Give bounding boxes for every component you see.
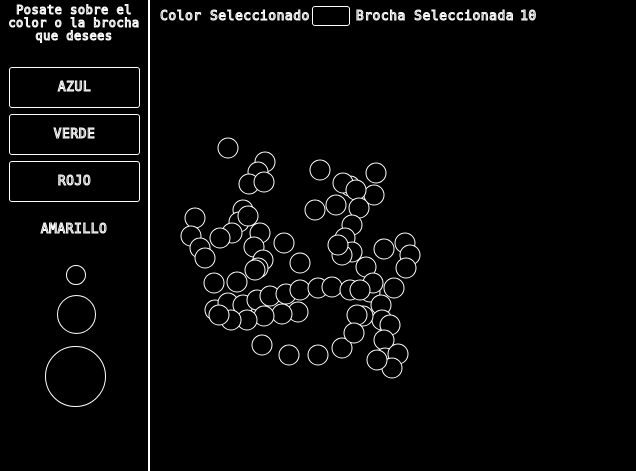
- brush-dot: [237, 205, 259, 227]
- brush-dot: [373, 238, 395, 260]
- brush-dot: [366, 349, 388, 371]
- selected-color-swatch: [311, 6, 350, 26]
- brush-dot: [309, 159, 331, 181]
- brush-dot: [395, 257, 417, 279]
- selected-color-label: Color Seleccionado: [160, 8, 310, 24]
- brush-dot: [343, 322, 365, 344]
- brush-dot: [321, 276, 343, 298]
- brush-dot: [209, 227, 231, 249]
- instruction-text: Posate sobre el color o la brocha que de…: [0, 3, 148, 43]
- brush-dot: [307, 344, 329, 366]
- brush-dot: [226, 271, 248, 293]
- brush-dot: [365, 162, 387, 184]
- instruction-line-3: que desees: [35, 29, 113, 43]
- medium-brush-icon[interactable]: [57, 295, 96, 334]
- brush-dot: [244, 259, 266, 281]
- amarillo-option[interactable]: AMARILLO: [0, 222, 148, 238]
- small-brush-icon[interactable]: [66, 265, 86, 285]
- status-bar: Color Seleccionado Brocha Seleccionada 1…: [160, 6, 537, 26]
- brush-dot: [289, 279, 311, 301]
- brush-dot: [304, 199, 326, 221]
- azul-button[interactable]: AZUL: [9, 67, 140, 108]
- brush-dot: [184, 207, 206, 229]
- selected-brush-label: Brocha Seleccionada: [355, 8, 515, 24]
- large-brush-icon[interactable]: [45, 346, 106, 407]
- brush-dot: [217, 137, 239, 159]
- brush-dot: [383, 277, 405, 299]
- brush-dot: [325, 194, 347, 216]
- brush-strokes: [180, 137, 421, 379]
- sidebar: Posate sobre el color o la brocha que de…: [0, 0, 148, 471]
- brush-dot: [253, 171, 275, 193]
- brush-dot: [273, 232, 295, 254]
- brush-dot: [349, 279, 371, 301]
- brush-dot: [327, 234, 349, 256]
- selected-brush-value: 10: [520, 8, 537, 24]
- brush-dot: [203, 272, 225, 294]
- brush-dot: [194, 247, 216, 269]
- verde-button[interactable]: VERDE: [9, 114, 140, 155]
- brush-dot: [251, 334, 273, 356]
- brush-dot: [271, 303, 293, 325]
- brush-dot: [289, 252, 311, 274]
- drawing-canvas[interactable]: [150, 30, 636, 471]
- rojo-button[interactable]: ROJO: [9, 161, 140, 202]
- rojo-button-label: ROJO: [57, 174, 92, 190]
- brush-dot: [208, 304, 230, 326]
- brush-dot: [278, 344, 300, 366]
- azul-button-label: AZUL: [57, 80, 92, 96]
- brush-dot: [345, 179, 367, 201]
- verde-button-label: VERDE: [53, 127, 96, 143]
- brush-dot: [346, 304, 368, 326]
